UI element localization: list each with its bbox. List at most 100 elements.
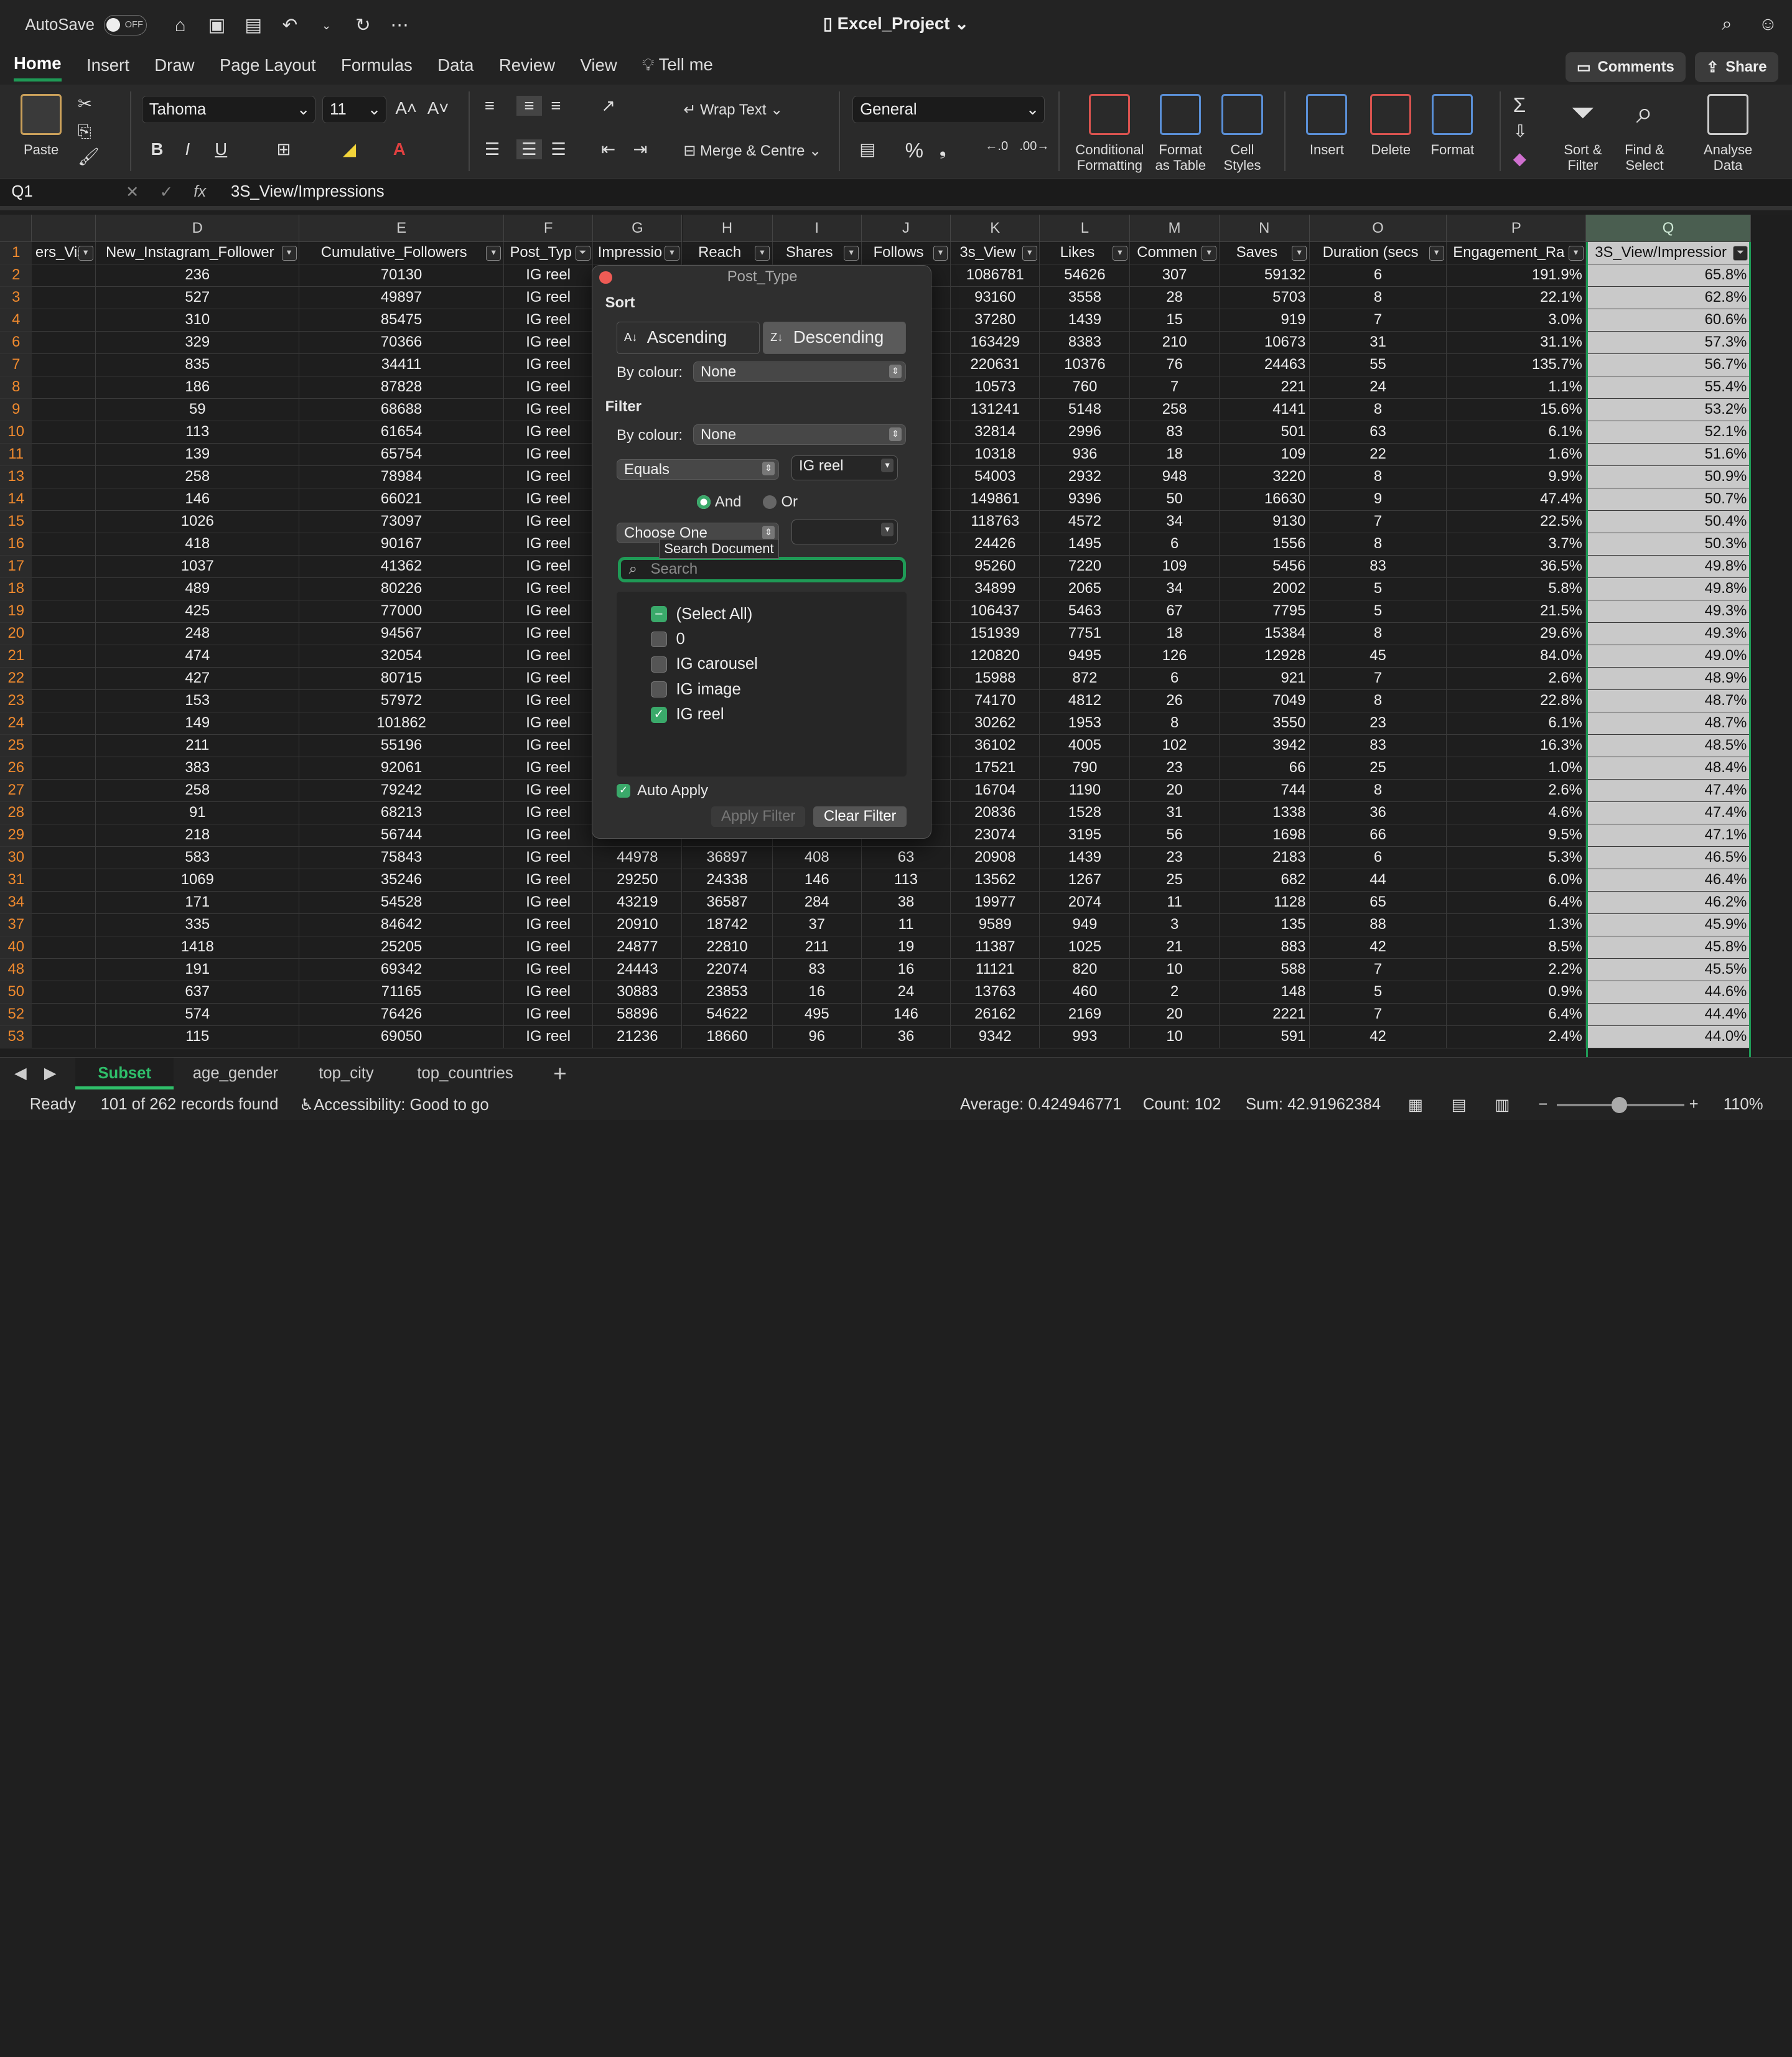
cell-j[interactable]: 38 bbox=[861, 892, 951, 915]
cell-m[interactable]: 20 bbox=[1130, 1004, 1220, 1027]
cell-e[interactable]: 87828 bbox=[299, 376, 504, 399]
cell-f[interactable]: IG reel bbox=[503, 332, 594, 355]
cell-c[interactable] bbox=[32, 264, 96, 287]
cell-l[interactable]: 7751 bbox=[1040, 623, 1131, 646]
cell-e[interactable]: 85475 bbox=[299, 309, 504, 332]
cell-e[interactable]: 56744 bbox=[299, 824, 504, 847]
cell-k[interactable]: 17521 bbox=[951, 757, 1040, 780]
cell-p[interactable]: 6.4% bbox=[1447, 892, 1587, 915]
comma-style-icon[interactable]: ❟ bbox=[940, 139, 946, 160]
cell-o[interactable]: 5 bbox=[1309, 600, 1447, 623]
row-header[interactable]: 13 bbox=[0, 466, 32, 489]
cell-k[interactable]: 30262 bbox=[951, 712, 1040, 735]
cell-m[interactable]: 18 bbox=[1130, 623, 1220, 646]
cell-o[interactable]: 66 bbox=[1309, 824, 1447, 847]
filter-dropdown-icon[interactable]: ▾ bbox=[844, 245, 859, 261]
cell-j[interactable]: 16 bbox=[861, 959, 951, 982]
cell-c[interactable] bbox=[32, 287, 96, 310]
value2-combo[interactable]: ▾ bbox=[791, 519, 898, 545]
cell-d[interactable]: 383 bbox=[96, 757, 300, 780]
cell-k[interactable]: 13763 bbox=[951, 981, 1040, 1004]
cell-k[interactable]: 11387 bbox=[951, 936, 1040, 959]
cell-l[interactable]: 4812 bbox=[1040, 690, 1131, 713]
cell-l[interactable]: 2169 bbox=[1040, 1004, 1131, 1027]
cell-j[interactable]: 19 bbox=[861, 936, 951, 959]
cell-l[interactable]: 993 bbox=[1040, 1026, 1131, 1049]
ascending-button[interactable]: A↓ Ascending bbox=[616, 322, 760, 354]
row-header[interactable]: 25 bbox=[0, 735, 32, 758]
cell-m[interactable]: 3 bbox=[1130, 914, 1220, 937]
search-icon[interactable]: ⌕ bbox=[1717, 14, 1737, 34]
filter-dropdown-icon[interactable]: ⏷ bbox=[1733, 245, 1748, 261]
increase-indent-icon[interactable]: ⇥ bbox=[633, 139, 648, 159]
cell-e[interactable]: 54528 bbox=[299, 892, 504, 915]
cell-n[interactable]: 9130 bbox=[1219, 511, 1310, 534]
cell-l[interactable]: 3195 bbox=[1040, 824, 1131, 847]
cell-d[interactable]: 146 bbox=[96, 488, 300, 511]
row-header[interactable]: 31 bbox=[0, 869, 32, 892]
cell-p[interactable]: 9.9% bbox=[1447, 466, 1587, 489]
autosum-icon[interactable]: Σ bbox=[1513, 94, 1526, 118]
cell-m[interactable]: 67 bbox=[1130, 600, 1220, 623]
cell-m[interactable]: 10 bbox=[1130, 959, 1220, 982]
filter-item-0[interactable]: 0 bbox=[651, 630, 685, 648]
cell-o[interactable]: 9 bbox=[1309, 488, 1447, 511]
row-header[interactable]: 18 bbox=[0, 578, 32, 601]
cell-m[interactable]: 15 bbox=[1130, 309, 1220, 332]
cell-l[interactable]: 949 bbox=[1040, 914, 1131, 937]
cell-n[interactable]: 1338 bbox=[1219, 802, 1310, 825]
cell-m[interactable]: 83 bbox=[1130, 421, 1220, 444]
row-header[interactable]: 10 bbox=[0, 421, 32, 444]
column-header-d[interactable]: D bbox=[96, 215, 300, 243]
cell-p[interactable]: 3.0% bbox=[1447, 309, 1587, 332]
column-header-n[interactable]: N bbox=[1219, 215, 1310, 243]
cell-p[interactable]: 5.3% bbox=[1447, 847, 1587, 870]
cell-q[interactable]: 50.3% bbox=[1586, 533, 1751, 556]
cell-q[interactable]: 51.6% bbox=[1586, 444, 1751, 467]
row-header[interactable]: 9 bbox=[0, 399, 32, 422]
cell-i[interactable]: 146 bbox=[772, 869, 862, 892]
accessibility-status[interactable]: ♿︎Accessibility: Good to go bbox=[299, 1096, 489, 1114]
cell-d[interactable]: 236 bbox=[96, 264, 300, 287]
font-size-select[interactable]: 11 ⌄ bbox=[322, 96, 386, 124]
cell-c[interactable] bbox=[32, 914, 96, 937]
cell-c[interactable] bbox=[32, 690, 96, 713]
filter-item-select-all[interactable]: – (Select All) bbox=[651, 605, 752, 623]
cell-p[interactable]: 6.4% bbox=[1447, 1004, 1587, 1027]
cell-q[interactable]: 65.8% bbox=[1586, 264, 1751, 287]
cell-o[interactable]: 42 bbox=[1309, 936, 1447, 959]
cell-j[interactable]: 24 bbox=[861, 981, 951, 1004]
cell-l[interactable]: 1267 bbox=[1040, 869, 1131, 892]
cell-e[interactable]: 80715 bbox=[299, 668, 504, 691]
cell-n[interactable]: 2183 bbox=[1219, 847, 1310, 870]
cell-c[interactable] bbox=[32, 802, 96, 825]
cell-q[interactable]: 46.2% bbox=[1586, 892, 1751, 915]
cell-f[interactable]: IG reel bbox=[503, 399, 594, 422]
cell-d[interactable]: 1037 bbox=[96, 556, 300, 579]
row-header[interactable]: 30 bbox=[0, 847, 32, 870]
fill-color-icon[interactable]: ◢ bbox=[343, 139, 356, 159]
cell-m[interactable]: 34 bbox=[1130, 578, 1220, 601]
filter-dropdown-icon[interactable]: ▾ bbox=[1429, 245, 1444, 261]
cell-m[interactable]: 34 bbox=[1130, 511, 1220, 534]
cell-c[interactable] bbox=[32, 780, 96, 803]
cell-i[interactable]: 284 bbox=[772, 892, 862, 915]
cell-q[interactable]: 49.8% bbox=[1586, 578, 1751, 601]
header-cell[interactable]: Impressio ▾ bbox=[593, 242, 683, 265]
cell-m[interactable]: 23 bbox=[1130, 847, 1220, 870]
cell-n[interactable]: 921 bbox=[1219, 668, 1310, 691]
cell-k[interactable]: 9589 bbox=[951, 914, 1040, 937]
fill-icon[interactable]: ⇩ bbox=[1513, 121, 1528, 141]
align-middle-icon[interactable]: ≡ bbox=[516, 96, 542, 116]
header-cell[interactable]: Commen ▾ bbox=[1130, 242, 1220, 265]
cell-f[interactable]: IG reel bbox=[503, 466, 594, 489]
cell-p[interactable]: 1.0% bbox=[1447, 757, 1587, 780]
header-cell[interactable]: 3S_View/Impressior ⏷ bbox=[1586, 242, 1751, 265]
cell-f[interactable]: IG reel bbox=[503, 309, 594, 332]
cell-p[interactable]: 16.3% bbox=[1447, 735, 1587, 758]
cell-e[interactable]: 75843 bbox=[299, 847, 504, 870]
cell-p[interactable]: 1.1% bbox=[1447, 376, 1587, 399]
row-header[interactable]: 15 bbox=[0, 511, 32, 534]
cell-k[interactable]: 24426 bbox=[951, 533, 1040, 556]
filter-by-colour-select[interactable]: None ⇕ bbox=[693, 424, 906, 445]
